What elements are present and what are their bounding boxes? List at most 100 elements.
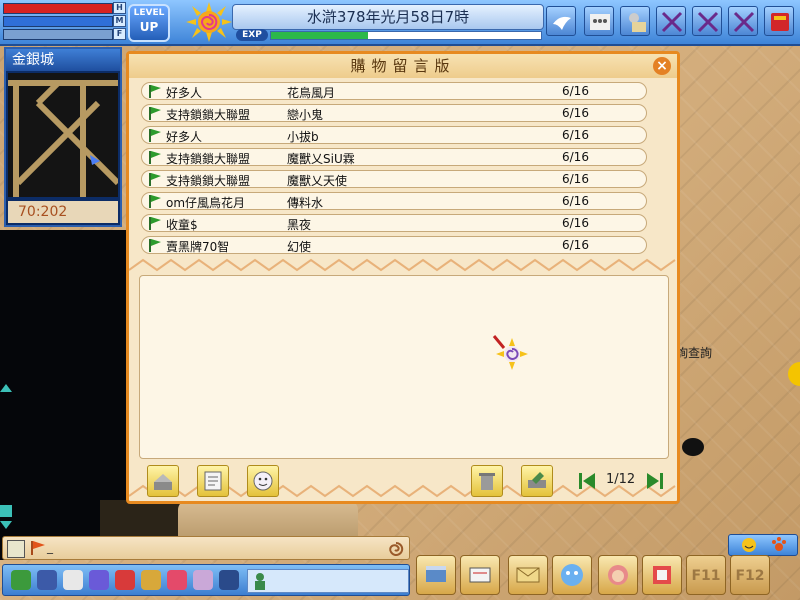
- level-up-label-line1: LEVEL: [133, 8, 165, 18]
- message-row[interactable]: 好多人 小拔b 6/16: [141, 126, 647, 144]
- message-row[interactable]: 支持鎖鎖大聯盟 戀小鬼 6/16: [141, 104, 647, 122]
- green-flag-icon: [149, 239, 161, 252]
- row-date: 6/16: [562, 238, 589, 252]
- action-face-button[interactable]: [552, 555, 592, 595]
- row-date: 6/16: [562, 150, 589, 164]
- message-row[interactable]: 支持鎖鎖大聯盟 魔獸乂天使 6/16: [141, 170, 647, 188]
- cross-icon: [661, 11, 683, 33]
- row-seller: 黑夜: [287, 218, 312, 232]
- refresh-icon: [528, 472, 546, 488]
- green-flag-icon: [149, 107, 161, 120]
- board-title: 購物留言版: [129, 54, 677, 78]
- fp-tag: F: [113, 28, 126, 40]
- chat-input-text[interactable]: _: [47, 540, 53, 554]
- row-seller: 魔獸乂SiU霖: [287, 152, 355, 166]
- cross-icon: [697, 11, 719, 33]
- swirl-icon[interactable]: [387, 540, 405, 558]
- character-toolbar: [2, 564, 410, 596]
- row-date: 6/16: [562, 194, 589, 208]
- disabled-slot-2[interactable]: [692, 6, 722, 36]
- message-row[interactable]: 支持鎖鎖大聯盟 魔獸乂SiU霖 6/16: [141, 148, 647, 166]
- system-icon[interactable]: [219, 570, 239, 590]
- mp-tag: M: [113, 15, 126, 27]
- row-author: 收童$: [166, 218, 198, 232]
- heart-icon[interactable]: [167, 570, 187, 590]
- mp-bar: [3, 16, 113, 27]
- scroll-up-arrow-icon[interactable]: [0, 382, 12, 394]
- minimap-view[interactable]: [8, 73, 118, 197]
- character-shadow: [682, 438, 704, 456]
- book-button[interactable]: [764, 6, 794, 36]
- swirl-cursor-icon: [492, 335, 528, 370]
- top-hud: H M F LEVEL UP 水滸378年光月58日7時 EXP: [0, 0, 800, 46]
- disabled-slot-1[interactable]: [656, 6, 686, 36]
- chat-log-icon[interactable]: [7, 540, 25, 558]
- chat-flag-icon[interactable]: [31, 541, 45, 555]
- character-name-box: [247, 569, 409, 593]
- team-button[interactable]: [584, 6, 614, 36]
- close-button[interactable]: ×: [653, 57, 671, 75]
- f12-key[interactable]: F12: [730, 555, 770, 595]
- green-flag-icon: [149, 173, 161, 186]
- trade-icon: [629, 13, 646, 32]
- next-page-icon[interactable]: [645, 473, 663, 489]
- bottom-hud: _ F11 F12: [0, 534, 800, 600]
- card-icon: [469, 567, 491, 583]
- row-author: 賣黑牌70智: [166, 240, 230, 254]
- action-book-button[interactable]: [416, 555, 456, 595]
- green-flag-icon: [149, 195, 161, 208]
- action-letter-button[interactable]: [508, 555, 548, 595]
- prev-page-icon[interactable]: [579, 473, 597, 489]
- inbox-button[interactable]: [147, 465, 179, 497]
- team-icon: [590, 14, 610, 30]
- row-date: 6/16: [562, 216, 589, 230]
- coordinates-display: 70:202: [8, 201, 118, 223]
- message-row[interactable]: om仔風鳥花月 傳料水 6/16: [141, 192, 647, 210]
- trade-button[interactable]: [620, 6, 650, 36]
- row-author: 支持鎖鎖大聯盟: [166, 108, 251, 122]
- face-button[interactable]: [247, 465, 279, 497]
- message-row[interactable]: 賣黑牌70智 幻使 6/16: [141, 236, 647, 254]
- row-author: 支持鎖鎖大聯盟: [166, 152, 251, 166]
- mount-icon[interactable]: [63, 570, 83, 590]
- row-author: 好多人: [166, 130, 203, 144]
- hp-tag: H: [113, 2, 126, 14]
- action-monkey-button[interactable]: [598, 555, 638, 595]
- row-author: 好多人: [166, 86, 203, 100]
- message-row[interactable]: 好多人 花鳥風月 6/16: [141, 82, 647, 100]
- map-name: 金銀城: [6, 49, 120, 71]
- chat-input-bar[interactable]: _: [2, 536, 410, 560]
- npc-name-label: 詢查詢: [676, 346, 713, 360]
- person-icon: [255, 573, 265, 590]
- status-indicator[interactable]: [728, 534, 798, 556]
- action-cage-button[interactable]: [642, 555, 682, 595]
- page-indicator: 1/12: [606, 472, 636, 487]
- fp-bar: [3, 29, 113, 40]
- paw-icon: [772, 537, 786, 551]
- note-icon: [204, 471, 222, 491]
- row-seller: 傳料水: [287, 196, 324, 210]
- exp-bar: [270, 31, 542, 40]
- mail-bird-button[interactable]: [546, 6, 576, 36]
- trash-button[interactable]: [471, 465, 503, 497]
- pet-icon[interactable]: [11, 570, 31, 590]
- row-date: 6/16: [562, 172, 589, 186]
- character-icon[interactable]: [193, 570, 213, 590]
- trash-icon: [479, 473, 495, 490]
- write-note-button[interactable]: [197, 465, 229, 497]
- green-flag-icon: [149, 151, 161, 164]
- refresh-button[interactable]: [521, 465, 553, 497]
- skill-icon[interactable]: [89, 570, 109, 590]
- game-date-display: 水滸378年光月58日7時: [232, 4, 544, 30]
- message-content-area[interactable]: [139, 275, 669, 459]
- level-up-button[interactable]: LEVEL UP: [128, 4, 170, 42]
- item-icon[interactable]: [115, 570, 135, 590]
- green-flag-icon: [149, 85, 161, 98]
- action-card-button[interactable]: [460, 555, 500, 595]
- party-icon[interactable]: [37, 570, 57, 590]
- map-icon[interactable]: [141, 570, 161, 590]
- f11-key[interactable]: F11: [686, 555, 726, 595]
- message-row[interactable]: 收童$ 黑夜 6/16: [141, 214, 647, 232]
- disabled-slot-3[interactable]: [728, 6, 758, 36]
- scroll-arrow-icon[interactable]: [0, 505, 12, 531]
